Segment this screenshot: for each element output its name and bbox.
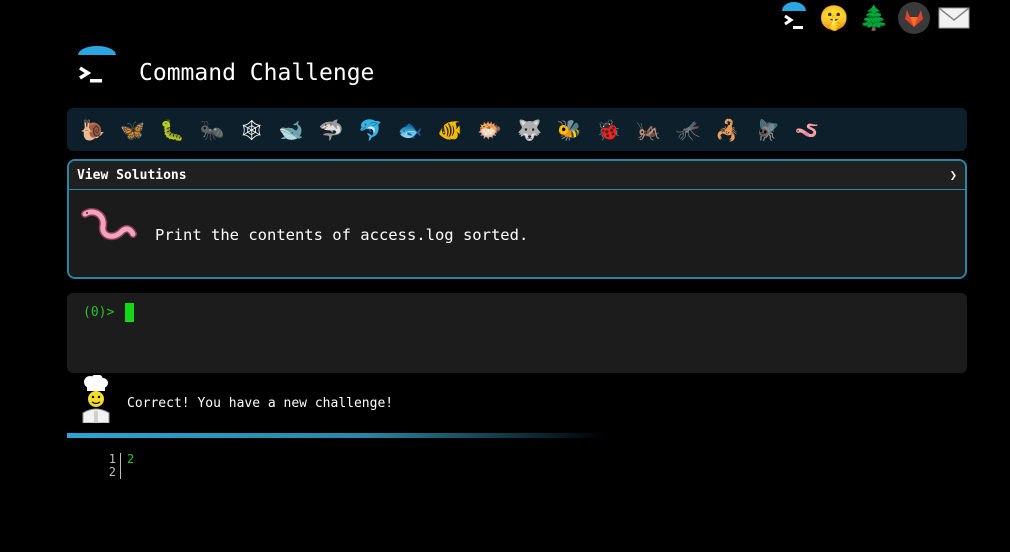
dolphin-icon[interactable]: 🐬 (351, 114, 391, 146)
shushing-face-icon[interactable]: 🤫 (818, 2, 850, 34)
worm-icon[interactable]: 🪱 (787, 114, 827, 146)
blowfish-icon[interactable]: 🐡 (470, 114, 510, 146)
top-nav: 🤫 🌲 (778, 0, 970, 36)
scorpion-icon[interactable]: 🦂 (708, 114, 748, 146)
cricket-icon[interactable]: 🦗 (629, 114, 669, 146)
spider-web-icon[interactable]: 🕸 (232, 114, 272, 146)
line-number-gutter: 1 2 (96, 453, 121, 479)
terminal-input[interactable]: (0)> (67, 293, 967, 373)
ant-icon[interactable]: 🐜 (192, 114, 232, 146)
fish-icon[interactable]: 🐟 (391, 114, 431, 146)
feedback-text: Correct! You have a new challenge! (127, 396, 394, 411)
caterpillar-icon[interactable]: 🐛 (152, 114, 192, 146)
fly-icon[interactable]: 🪰 (748, 114, 788, 146)
evergreen-tree-icon[interactable]: 🌲 (858, 2, 890, 34)
ladybug-icon[interactable]: 🐞 (589, 114, 629, 146)
logo-icon (76, 46, 118, 88)
bee-icon[interactable]: 🐝 (549, 114, 589, 146)
mosquito-icon[interactable]: 🦟 (668, 114, 708, 146)
worm-icon (81, 206, 137, 250)
snail-icon[interactable]: 🐌 (73, 114, 113, 146)
tropical-fish-icon[interactable]: 🐠 (430, 114, 470, 146)
output-lines: 2 (127, 453, 134, 479)
line-number: 2 (108, 465, 116, 479)
terminal-prompt: (0)> (83, 305, 115, 320)
gitlab-icon[interactable] (898, 2, 930, 34)
whale-icon[interactable]: 🐋 (271, 114, 311, 146)
challenge-card: View Solutions ❯ Print the contents of a… (67, 159, 967, 279)
challenge-critter-bar: 🐌 🦋 🐛 🐜 🕸 🐋 🦈 🐬 🐟 🐠 🐡 🐺 🐝 🐞 🦗 🦟 🦂 🪰 🪱 (67, 108, 967, 151)
view-solutions-label: View Solutions (77, 167, 187, 183)
wolf-icon[interactable]: 🐺 (510, 114, 550, 146)
envelope-icon[interactable] (938, 2, 970, 34)
challenge-body: Print the contents of access.log sorted. (69, 190, 965, 277)
view-solutions-toggle[interactable]: View Solutions ❯ (69, 161, 965, 190)
butterfly-icon[interactable]: 🦋 (113, 114, 153, 146)
terminal-cursor (125, 303, 134, 322)
chevron-right-icon: ❯ (949, 168, 957, 182)
chef-icon (78, 374, 114, 427)
divider (67, 433, 607, 438)
shark-icon[interactable]: 🦈 (311, 114, 351, 146)
page-title: Command Challenge (139, 60, 375, 86)
terminal-umbrella-icon[interactable] (778, 2, 810, 34)
challenge-text: Print the contents of access.log sorted. (155, 226, 529, 244)
